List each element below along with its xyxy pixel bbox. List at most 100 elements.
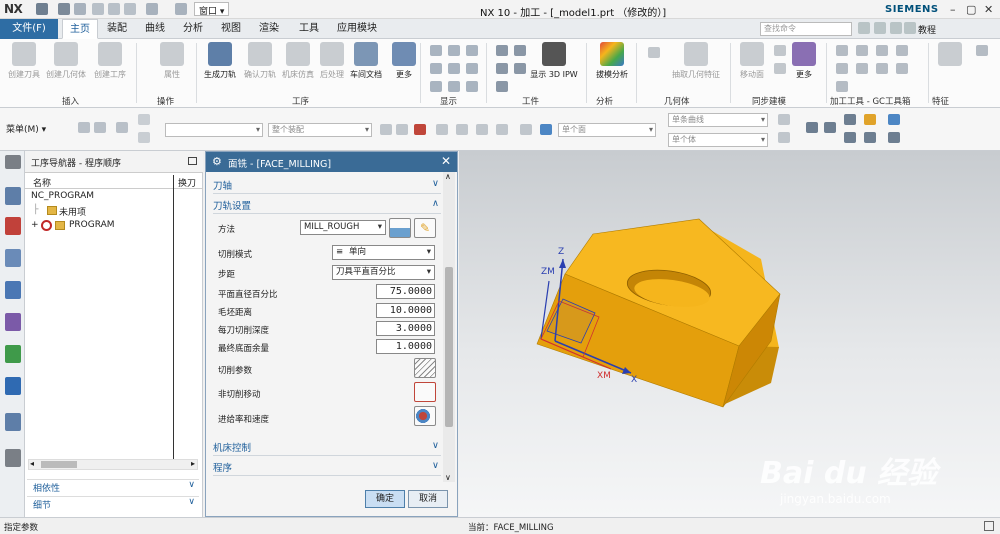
gc-tool-icon[interactable]: [896, 63, 908, 74]
gc-tool-icon[interactable]: [836, 81, 848, 92]
program-order-icon[interactable]: [5, 249, 21, 267]
web-browser-icon[interactable]: [5, 377, 21, 395]
extract-geometry-button[interactable]: 抽取几何特征: [668, 42, 724, 80]
view-icon[interactable]: [864, 114, 876, 125]
tool-icon[interactable]: [778, 114, 790, 125]
tab-assembly[interactable]: 装配: [100, 19, 134, 39]
workpiece-icon[interactable]: [496, 45, 508, 56]
display-option-icon[interactable]: [448, 81, 460, 92]
display-option-icon[interactable]: [430, 45, 442, 56]
tree-row-unused[interactable]: ├ 未用项: [25, 205, 203, 218]
select-icon[interactable]: [414, 124, 426, 135]
view-icon[interactable]: [844, 114, 856, 125]
display-option-icon[interactable]: [448, 63, 460, 74]
horizontal-scrollbar[interactable]: ◂ ▸: [28, 459, 198, 470]
gc-tool-icon[interactable]: [876, 63, 888, 74]
machine-tool-navigator-icon[interactable]: [5, 187, 21, 205]
scroll-right-icon[interactable]: ▸: [191, 459, 195, 468]
scroll-thumb[interactable]: [445, 267, 453, 427]
workpiece-icon[interactable]: [496, 81, 508, 92]
section-tool-axis[interactable]: 刀轴 ∨: [213, 178, 441, 194]
view-icon[interactable]: [888, 114, 900, 125]
maximize-icon[interactable]: [188, 157, 197, 165]
scroll-up-icon[interactable]: ∧: [445, 172, 451, 181]
tool-icon[interactable]: [116, 122, 128, 133]
move-face-button[interactable]: 移动面: [730, 42, 774, 80]
view-icon[interactable]: [864, 132, 876, 143]
tree-row-program[interactable]: + PROGRAM: [25, 220, 203, 232]
window-icon[interactable]: [890, 22, 902, 34]
window-menu[interactable]: 窗口 ▾: [194, 2, 230, 17]
help-icon[interactable]: [904, 22, 916, 34]
feature-button[interactable]: [928, 42, 972, 69]
gc-tool-icon[interactable]: [856, 45, 868, 56]
cut-pattern-select[interactable]: ≡ 单向: [332, 245, 435, 260]
dialog-title-bar[interactable]: ⚙ 面铣 - [FACE_MILLING] ✕: [206, 152, 457, 172]
column-name[interactable]: 名称: [33, 176, 51, 189]
flat-diameter-percent-input[interactable]: 75.0000: [376, 284, 435, 299]
close-icon[interactable]: ✕: [441, 154, 451, 168]
display-option-icon[interactable]: [430, 81, 442, 92]
display-option-icon[interactable]: [448, 45, 460, 56]
restore-icon[interactable]: ▢: [966, 3, 976, 16]
dependencies-panel[interactable]: 相依性 ∨: [27, 479, 199, 494]
display-option-icon[interactable]: [466, 63, 478, 74]
type-filter-select[interactable]: [165, 123, 263, 137]
part-navigator-icon[interactable]: [5, 281, 21, 299]
reuse-library-icon[interactable]: [5, 313, 21, 331]
layout-icon[interactable]: [874, 22, 886, 34]
draft-analysis-button[interactable]: 拔模分析: [590, 42, 634, 80]
expand-icon[interactable]: +: [31, 220, 39, 230]
display-option-icon[interactable]: [466, 81, 478, 92]
more-sync-button[interactable]: 更多: [782, 42, 826, 80]
dialog-scrollbar[interactable]: ∧ ∨: [443, 172, 455, 482]
status-toggle-icon[interactable]: [984, 521, 994, 531]
section-program[interactable]: 程序 ∨: [213, 460, 441, 476]
section-path-settings[interactable]: 刀轨设置 ∧: [213, 198, 441, 214]
operation-navigator-icon[interactable]: [5, 217, 21, 235]
tool-icon[interactable]: [138, 114, 150, 125]
column-tool-change[interactable]: 换刀: [178, 176, 196, 189]
tool-icon[interactable]: [138, 132, 150, 143]
cancel-button[interactable]: 取消: [408, 490, 448, 508]
feature-icon[interactable]: [976, 45, 988, 56]
tab-home[interactable]: 主页: [62, 19, 98, 39]
properties-button[interactable]: 属性: [150, 42, 194, 80]
redo-icon[interactable]: [74, 3, 86, 15]
history-icon[interactable]: [5, 413, 21, 431]
copy-icon[interactable]: [108, 3, 120, 15]
create-tool-button[interactable]: 创建刀具: [2, 42, 46, 80]
view-icon[interactable]: [844, 132, 856, 143]
column-divider[interactable]: [173, 175, 174, 459]
tab-tools[interactable]: 工具: [292, 19, 326, 39]
workpiece-icon[interactable]: [514, 45, 526, 56]
cutting-parameters-button[interactable]: [414, 358, 436, 378]
snap-icon[interactable]: [380, 124, 392, 135]
assembly-navigator-icon[interactable]: [5, 345, 21, 363]
workpiece-icon[interactable]: [496, 63, 508, 74]
cube-icon[interactable]: [540, 124, 552, 135]
tab-application[interactable]: 应用模块: [330, 19, 384, 39]
snap-icon[interactable]: [496, 124, 508, 135]
feeds-speeds-button[interactable]: [414, 406, 436, 426]
paste-icon[interactable]: [124, 3, 136, 15]
scroll-down-icon[interactable]: ∨: [445, 473, 451, 482]
roles-icon[interactable]: [5, 449, 21, 467]
command-search-input[interactable]: 查找命令: [760, 22, 852, 36]
show-3d-ipw-button[interactable]: 显示 3D IPW: [530, 42, 578, 80]
snap-icon[interactable]: [520, 124, 532, 135]
snap-icon[interactable]: [456, 124, 468, 135]
stepover-select[interactable]: 刀具平直百分比: [332, 265, 435, 280]
close-icon[interactable]: ✕: [984, 3, 993, 16]
settings-icon[interactable]: [5, 155, 21, 169]
gc-tool-icon[interactable]: [856, 63, 868, 74]
view-icon[interactable]: [888, 132, 900, 143]
gc-tool-icon[interactable]: [836, 63, 848, 74]
geometry-icon[interactable]: [648, 47, 660, 58]
body-rule-select[interactable]: 单个体: [668, 133, 768, 147]
snap-icon[interactable]: [476, 124, 488, 135]
tool-icon[interactable]: [94, 122, 106, 133]
tab-render[interactable]: 渲染: [252, 19, 286, 39]
wrench-icon[interactable]: ✎: [414, 218, 436, 238]
depth-per-cut-input[interactable]: 3.0000: [376, 321, 435, 336]
